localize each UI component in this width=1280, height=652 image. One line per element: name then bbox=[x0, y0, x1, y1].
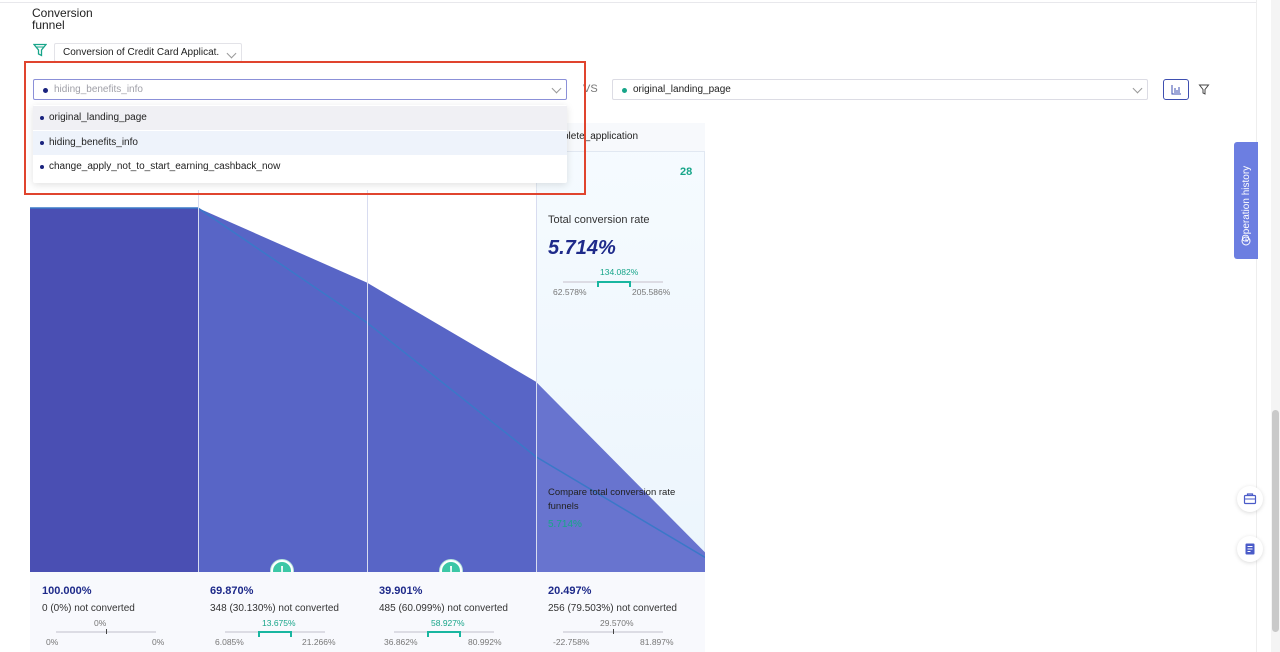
step-1-stats: 100.000% 0 (0%) not converted 0% 0% 0% bbox=[30, 572, 198, 652]
step-3-not-converted: 485 (60.099%) not converted bbox=[379, 603, 508, 614]
toolbox-button[interactable] bbox=[1237, 486, 1263, 512]
chart-view-button[interactable] bbox=[1163, 79, 1189, 100]
compare-total-value: 5.714% bbox=[548, 519, 582, 530]
operation-history-label: Operation history bbox=[1241, 165, 1252, 242]
clock-icon bbox=[1241, 236, 1251, 246]
page-title: Conversion funnel bbox=[32, 6, 93, 32]
total-ci-mark bbox=[597, 281, 631, 287]
top-border bbox=[0, 0, 1256, 3]
chevron-down-icon bbox=[226, 48, 237, 59]
total-conversion-value: 5.714% bbox=[548, 237, 616, 259]
step-1-ci-high: 0% bbox=[152, 637, 165, 647]
scrollbar-thumb[interactable] bbox=[1272, 410, 1279, 632]
step-4-ci-high: 81.897% bbox=[640, 637, 674, 647]
step-2-stats: 69.870% 348 (30.130%) not converted 13.6… bbox=[198, 572, 367, 652]
total-ci-high: 205.586% bbox=[632, 287, 671, 297]
funnel-select-value: Conversion of Credit Card Applicat. bbox=[63, 47, 220, 58]
highlight-frame bbox=[24, 61, 586, 195]
funnel-area-step-4 bbox=[536, 381, 705, 572]
step-2-rate: 69.870% bbox=[210, 585, 254, 597]
step-4-ci-mid: 29.570% bbox=[600, 618, 634, 628]
toolbox-icon bbox=[1243, 493, 1257, 505]
step-1-ci-low: 0% bbox=[46, 637, 59, 647]
step-4-count: 28 bbox=[680, 166, 693, 178]
step-4-rate: 20.497% bbox=[548, 585, 592, 597]
step-2-ci-high: 21.266% bbox=[302, 637, 336, 647]
step-4-ci-low: -22.758% bbox=[553, 637, 590, 647]
chevron-down-icon bbox=[1132, 83, 1143, 94]
right-dot bbox=[622, 88, 627, 93]
step-3-ci-low: 36.862% bbox=[384, 637, 418, 647]
funnel-select[interactable]: Conversion of Credit Card Applicat. bbox=[54, 43, 242, 62]
step-2-ci-mid: 13.675% bbox=[262, 618, 296, 628]
step-1-not-converted: 0 (0%) not converted bbox=[42, 603, 135, 614]
step-1-rate: 100.000% bbox=[42, 585, 92, 597]
filter-icon bbox=[1198, 84, 1210, 95]
notes-icon bbox=[1245, 543, 1255, 555]
filter-button[interactable] bbox=[1191, 79, 1217, 100]
total-ci-mid: 134.082% bbox=[600, 267, 639, 277]
step-4-stats: 20.497% 256 (79.503%) not converted 29.5… bbox=[536, 572, 705, 652]
step-3-ci-mark bbox=[427, 631, 461, 637]
funnel-area-step-1 bbox=[30, 208, 198, 572]
notes-button[interactable] bbox=[1237, 536, 1263, 562]
step-3-ci-high: 80.992% bbox=[468, 637, 502, 647]
step-3-stats: 39.901% 485 (60.099%) not converted 58.9… bbox=[367, 572, 536, 652]
total-ci-low: 62.578% bbox=[553, 287, 587, 297]
step-1-ci-tick bbox=[106, 629, 107, 634]
funnel-icon bbox=[33, 43, 47, 57]
step-2-not-converted: 348 (30.130%) not converted bbox=[210, 603, 339, 614]
step-2-ci-mark bbox=[258, 631, 292, 637]
step-4-not-converted: 256 (79.503%) not converted bbox=[548, 603, 677, 614]
compare-right-value: original_landing_page bbox=[633, 84, 731, 95]
step-3-ci-mid: 58.927% bbox=[431, 618, 465, 628]
total-conversion-title: Total conversion rate bbox=[548, 214, 650, 226]
chart-icon bbox=[1171, 85, 1181, 95]
step-1-ci-mid: 0% bbox=[94, 618, 107, 628]
compare-total-label: Compare total conversion rate funnels bbox=[548, 487, 676, 512]
operation-history-tab[interactable]: Operation history bbox=[1234, 142, 1258, 259]
step-4-ci-tick bbox=[613, 629, 614, 634]
step-3-rate: 39.901% bbox=[379, 585, 423, 597]
step-2-ci-low: 6.085% bbox=[215, 637, 244, 647]
compare-right-select[interactable]: original_landing_page bbox=[612, 79, 1148, 100]
